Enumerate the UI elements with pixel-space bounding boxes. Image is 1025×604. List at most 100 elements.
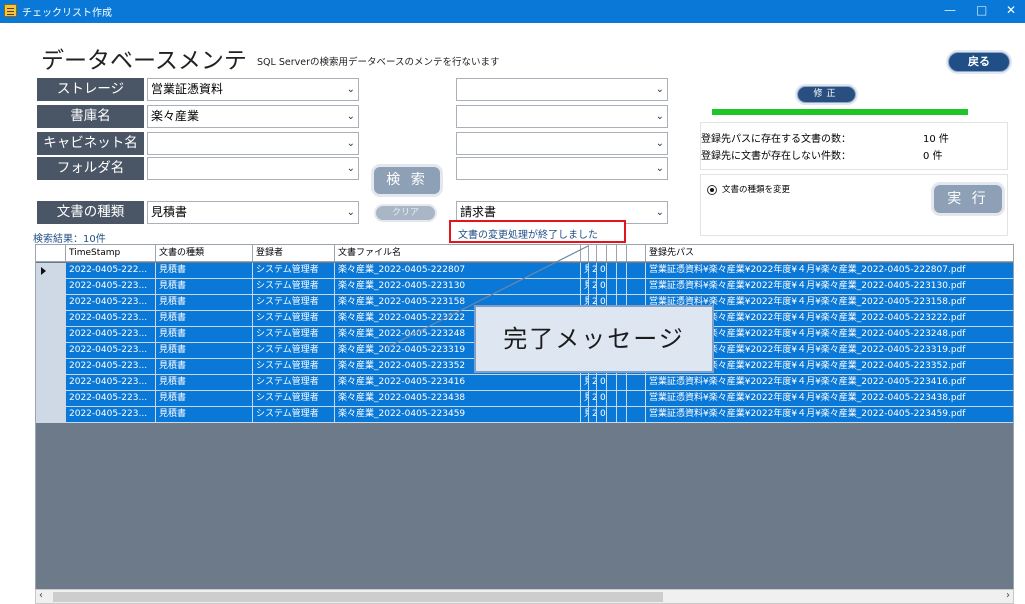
table-cell[interactable] [617, 375, 627, 391]
row-header[interactable] [36, 375, 66, 391]
column-header-narrow[interactable] [627, 245, 646, 261]
cabinet-select[interactable]: ⌄ [147, 132, 359, 155]
table-cell[interactable]: システム管理者 [253, 311, 335, 327]
maximize-button[interactable]: □ [976, 3, 987, 17]
column-header-filename[interactable]: 文書ファイル名 [335, 245, 581, 261]
clear-button[interactable]: クリア [376, 206, 435, 220]
search-button[interactable]: 検 索 [374, 167, 440, 194]
table-cell[interactable]: 2022-0405-223... [66, 311, 156, 327]
table-cell[interactable]: 見 [581, 279, 589, 295]
close-button[interactable]: ✕ [1006, 3, 1016, 17]
table-cell[interactable]: 見積書 [156, 343, 253, 359]
column-header-narrow[interactable] [581, 245, 589, 261]
table-cell[interactable]: 見 [581, 391, 589, 407]
target-folder-select[interactable]: ⌄ [456, 157, 668, 180]
storage-select[interactable]: 営業証憑資料 ⌄ [147, 78, 359, 101]
table-row[interactable]: 2022-0405-223... 見積書 システム管理者 楽々産業_2022-0405… [36, 279, 1013, 295]
table-cell[interactable]: 見積書 [156, 375, 253, 391]
table-cell[interactable] [627, 375, 646, 391]
table-cell[interactable] [627, 263, 646, 279]
table-cell[interactable]: 2022-0405-223... [66, 359, 156, 375]
table-cell[interactable] [617, 263, 627, 279]
table-cell[interactable] [607, 391, 617, 407]
row-header[interactable] [36, 263, 66, 279]
table-cell[interactable]: 見積書 [156, 311, 253, 327]
column-header-narrow[interactable] [617, 245, 627, 261]
table-cell[interactable]: 営業証憑資料¥楽々産業¥2022年度¥４月¥楽々産業_2022-0405-223… [646, 279, 1013, 295]
row-header[interactable] [36, 295, 66, 311]
scroll-left-icon[interactable]: ‹ [39, 590, 43, 601]
table-cell[interactable]: システム管理者 [253, 279, 335, 295]
column-header-narrow[interactable] [589, 245, 597, 261]
table-cell[interactable]: 2022-0405-223... [66, 375, 156, 391]
table-cell[interactable]: 2022-0405-222... [66, 263, 156, 279]
change-doc-type-radio[interactable] [707, 185, 717, 195]
column-header-registrant[interactable]: 登録者 [253, 245, 335, 261]
table-cell[interactable]: 営業証憑資料¥楽々産業¥2022年度¥４月¥楽々産業_2022-0405-223… [646, 391, 1013, 407]
table-cell[interactable]: 2 [589, 263, 597, 279]
row-header[interactable] [36, 391, 66, 407]
table-cell[interactable]: 楽々産業_2022-0405-223459 [335, 407, 581, 423]
table-cell[interactable]: 2 [589, 407, 597, 423]
table-cell[interactable]: 0 [597, 391, 607, 407]
table-cell[interactable]: 2022-0405-223... [66, 391, 156, 407]
table-cell[interactable]: 0 [597, 407, 607, 423]
column-header-narrow[interactable] [597, 245, 607, 261]
row-header[interactable] [36, 407, 66, 423]
target-storage-select[interactable]: ⌄ [456, 78, 668, 101]
table-cell[interactable]: 見積書 [156, 407, 253, 423]
doc-type-select[interactable]: 見積書 ⌄ [147, 201, 359, 224]
row-header[interactable] [36, 343, 66, 359]
table-cell[interactable]: システム管理者 [253, 391, 335, 407]
table-cell[interactable]: 見積書 [156, 263, 253, 279]
table-cell[interactable]: システム管理者 [253, 343, 335, 359]
column-header-narrow[interactable] [607, 245, 617, 261]
fix-button[interactable]: 修正 [797, 86, 856, 103]
table-cell[interactable] [607, 375, 617, 391]
column-header-doc-type[interactable]: 文書の種類 [156, 245, 253, 261]
table-cell[interactable]: システム管理者 [253, 407, 335, 423]
table-cell[interactable]: 2022-0405-223... [66, 295, 156, 311]
table-cell[interactable] [617, 407, 627, 423]
table-cell[interactable]: 2022-0405-223... [66, 279, 156, 295]
table-cell[interactable]: 楽々産業_2022-0405-223416 [335, 375, 581, 391]
row-header[interactable] [36, 327, 66, 343]
table-cell[interactable] [617, 391, 627, 407]
table-cell[interactable]: 営業証憑資料¥楽々産業¥2022年度¥４月¥楽々産業_2022-0405-223… [646, 375, 1013, 391]
table-cell[interactable]: システム管理者 [253, 327, 335, 343]
back-button[interactable]: 戻る [948, 52, 1010, 72]
table-cell[interactable]: 見積書 [156, 391, 253, 407]
table-cell[interactable] [607, 279, 617, 295]
table-cell[interactable]: システム管理者 [253, 375, 335, 391]
table-cell[interactable] [627, 391, 646, 407]
target-library-select[interactable]: ⌄ [456, 105, 668, 128]
table-cell[interactable]: 楽々産業_2022-0405-223130 [335, 279, 581, 295]
table-cell[interactable]: 見積書 [156, 327, 253, 343]
row-header[interactable] [36, 311, 66, 327]
table-cell[interactable]: 0 [597, 263, 607, 279]
table-cell[interactable]: システム管理者 [253, 295, 335, 311]
table-cell[interactable]: 楽々産業_2022-0405-222807 [335, 263, 581, 279]
table-cell[interactable]: 0 [597, 279, 607, 295]
table-cell[interactable]: 見積書 [156, 279, 253, 295]
folder-select[interactable]: ⌄ [147, 157, 359, 180]
table-cell[interactable]: 楽々産業_2022-0405-223438 [335, 391, 581, 407]
execute-button[interactable]: 実 行 [934, 185, 1002, 213]
table-cell[interactable] [617, 279, 627, 295]
column-header-path[interactable]: 登録先パス [646, 245, 1013, 261]
column-header-timestamp[interactable]: TimeStamp [66, 245, 156, 261]
table-cell[interactable]: 見積書 [156, 359, 253, 375]
table-cell[interactable]: 2 [589, 391, 597, 407]
table-cell[interactable] [607, 263, 617, 279]
table-row[interactable]: 2022-0405-222... 見積書 システム管理者 楽々産業_2022-0405… [36, 263, 1013, 279]
table-cell[interactable] [607, 407, 617, 423]
table-cell[interactable]: 2 [589, 375, 597, 391]
library-select[interactable]: 楽々産業 ⌄ [147, 105, 359, 128]
table-cell[interactable]: 2 [589, 279, 597, 295]
table-cell[interactable]: システム管理者 [253, 359, 335, 375]
scrollbar-thumb[interactable] [53, 592, 663, 602]
table-cell[interactable]: 2022-0405-223... [66, 327, 156, 343]
table-cell[interactable]: 見 [581, 407, 589, 423]
scroll-right-icon[interactable]: › [1006, 590, 1010, 601]
row-header[interactable] [36, 279, 66, 295]
